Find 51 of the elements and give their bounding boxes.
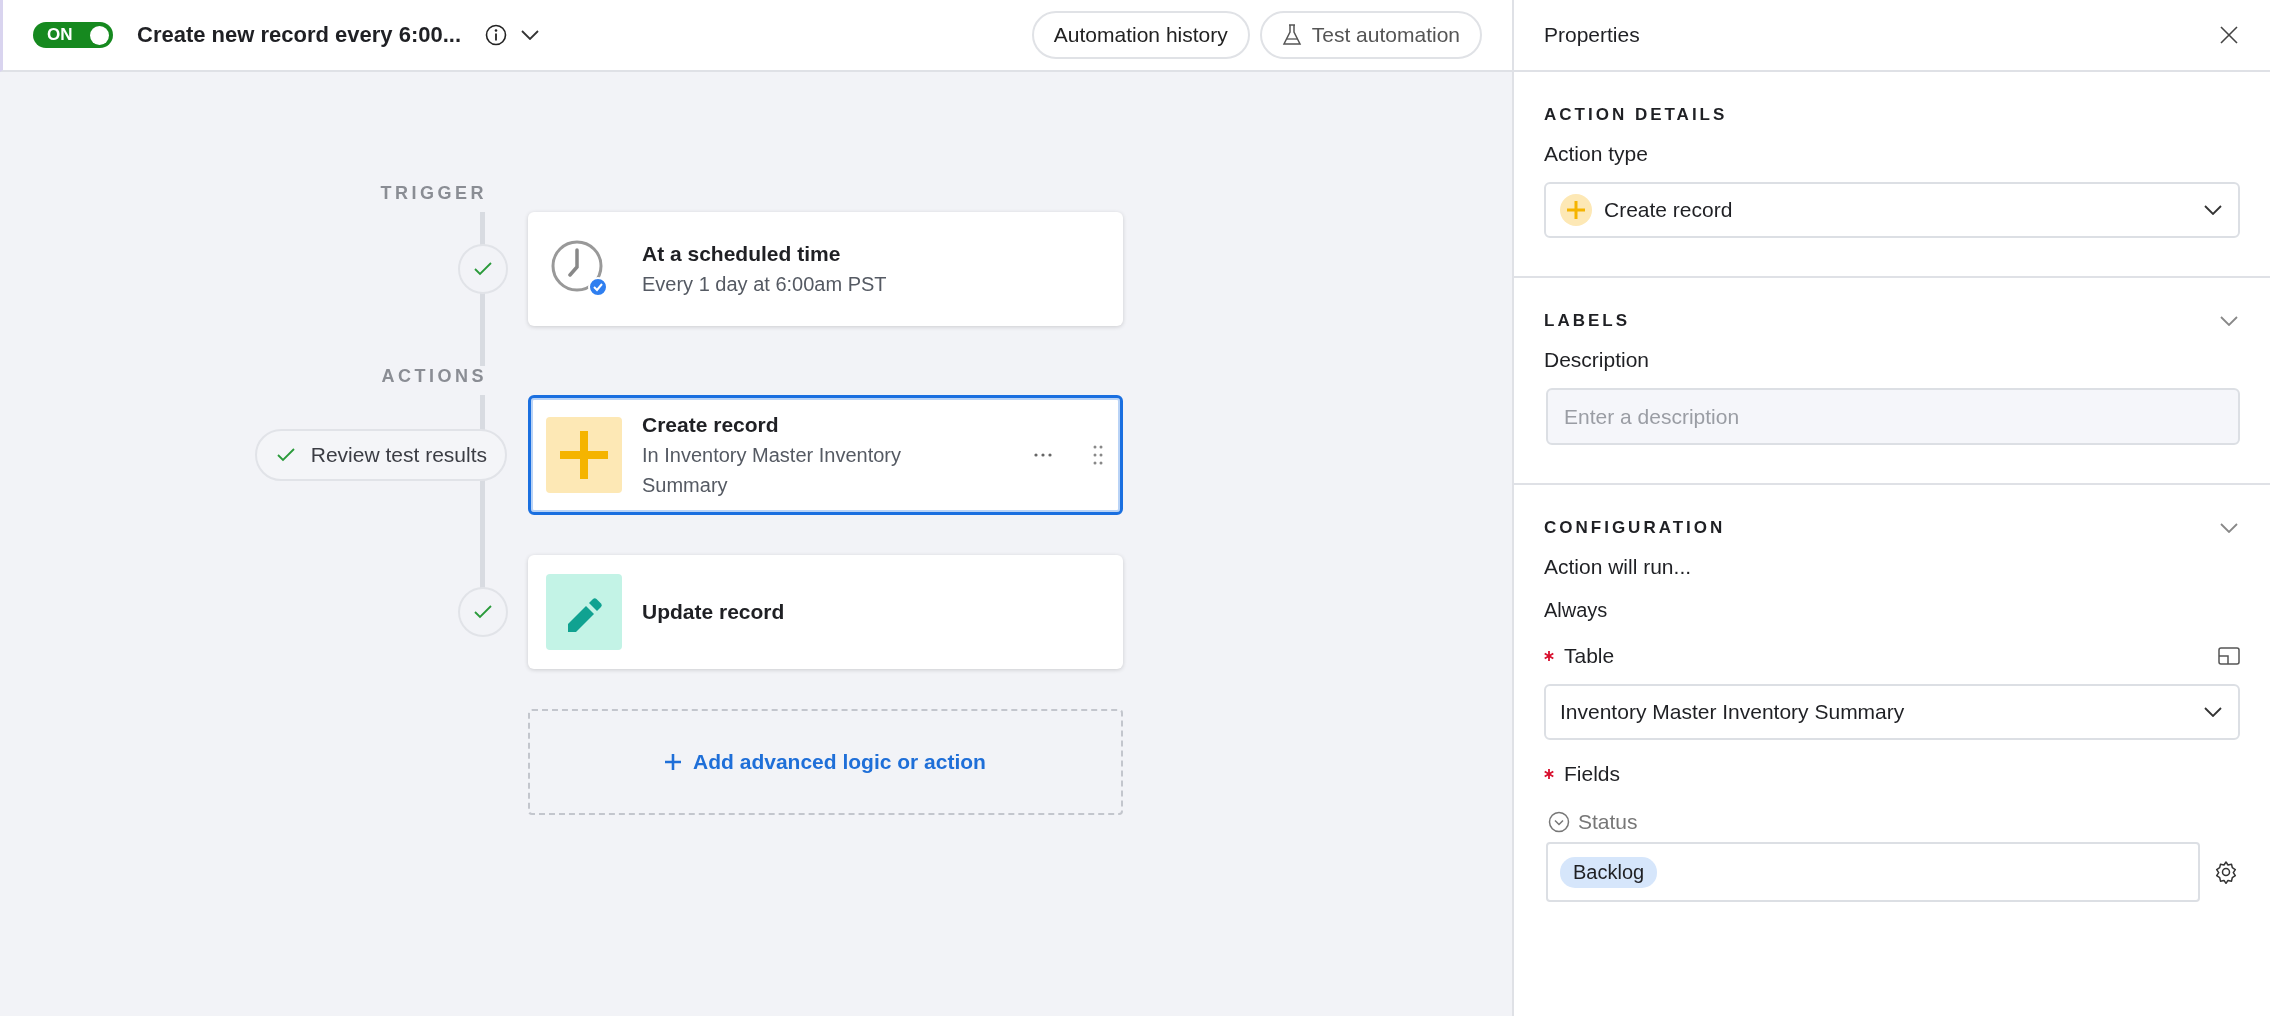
section-label: TRIGGER	[379, 183, 488, 205]
review-results-button[interactable]: Review test results	[254, 429, 507, 481]
on-off-toggle[interactable]: ON	[33, 22, 113, 48]
field-label: Description	[1544, 348, 1651, 372]
description-field[interactable]: Enter a description	[1546, 388, 2240, 445]
step-subtitle: In Inventory Master Inventory Summary	[642, 443, 902, 498]
close-icon[interactable]	[2220, 26, 2238, 44]
step-card[interactable]: Update record	[528, 555, 1123, 669]
status-tag: Backlog	[1560, 856, 1658, 888]
field-label: Fields	[1564, 762, 1621, 786]
chevron-down-icon	[2204, 707, 2222, 717]
flask-icon	[1281, 24, 1302, 46]
more-icon[interactable]	[1033, 452, 1053, 458]
field-label: Action type	[1544, 142, 1649, 166]
plus-icon	[665, 754, 682, 770]
field-value-box[interactable]: Backlog	[1546, 842, 2200, 902]
section-heading: ACTION DETAILS	[1544, 105, 1728, 125]
plus-tile-icon	[546, 417, 622, 493]
step-card[interactable]: Create record In Inventory Master Inventory Summary	[528, 395, 1123, 515]
section-heading: CONFIGURATION	[1544, 518, 1726, 538]
step-title: At a scheduled time	[642, 241, 842, 267]
section-heading: LABELS	[1544, 311, 1630, 331]
pencil-tile-icon	[546, 574, 622, 650]
dropdown-circle-icon	[1548, 811, 1570, 833]
run-condition: Always	[1544, 599, 1609, 622]
field-label: Table	[1564, 644, 1615, 668]
settings-icon[interactable]	[2214, 860, 2238, 884]
add-step-button[interactable]: Add advanced logic or action	[528, 709, 1123, 815]
collapse-chevron-icon[interactable]	[2220, 316, 2238, 326]
automation-title: Create new record every 6:00...	[137, 22, 462, 48]
action-type-dropdown[interactable]: Create record	[1544, 182, 2240, 238]
check-icon	[473, 262, 492, 276]
info-icon[interactable]	[485, 24, 508, 46]
collapse-chevron-icon[interactable]	[2220, 523, 2238, 533]
plus-circle-icon	[1560, 194, 1592, 226]
section-label: ACTIONS	[380, 366, 488, 388]
drag-handle-icon[interactable]	[1093, 445, 1103, 465]
step-title: Update record	[642, 599, 786, 625]
step-card[interactable]: At a scheduled time Every 1 day at 6:00am PST	[528, 212, 1123, 326]
step-title: Create record	[642, 412, 780, 438]
test-automation-button[interactable]: Test automation	[1259, 11, 1482, 59]
history-button[interactable]: Automation history	[1031, 11, 1250, 59]
field-name: Status	[1578, 810, 1638, 834]
chevron-down-icon[interactable]	[521, 30, 540, 40]
table-dropdown[interactable]: Inventory Master Inventory Summary	[1544, 684, 2240, 740]
field-label: Action will run...	[1544, 555, 1693, 579]
panel-title: Properties	[1544, 23, 1640, 47]
chevron-down-icon	[2204, 205, 2222, 215]
check-icon	[473, 605, 492, 619]
panel-icon[interactable]	[2218, 647, 2240, 665]
step-subtitle: Every 1 day at 6:00am PST	[642, 272, 888, 297]
